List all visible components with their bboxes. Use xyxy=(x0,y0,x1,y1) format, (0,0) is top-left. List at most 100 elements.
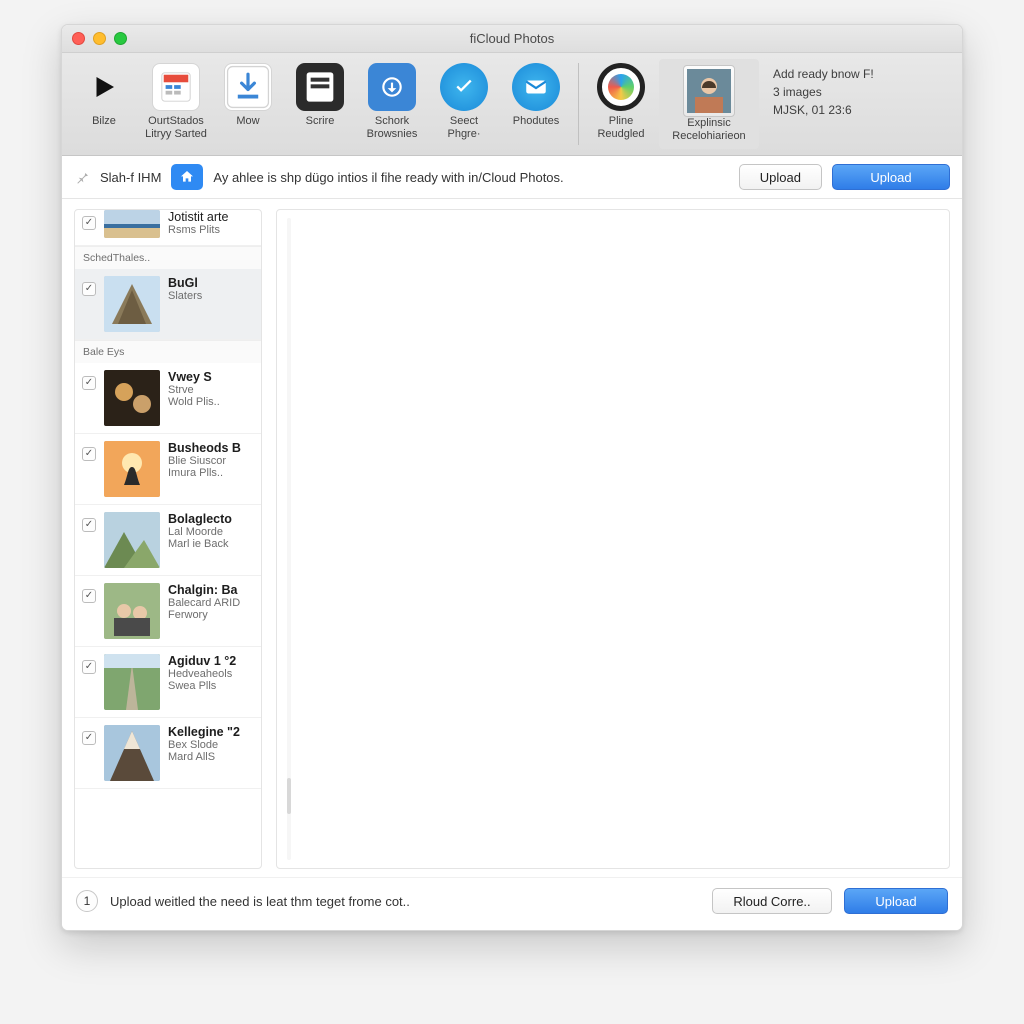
toolbar-separator xyxy=(578,63,579,145)
toolbar-label: Mow xyxy=(236,115,259,143)
list-item-sub1: Rsms Plits xyxy=(168,224,254,236)
infobar-message: Ay ahlee is shp dügo intios il fihe read… xyxy=(213,170,563,185)
toolbar-label: OurtStados Litryy Sarted xyxy=(144,115,208,143)
step-badge: 1 xyxy=(76,890,98,912)
infobar: Slah-f IHM Ay ahlee is shp dügo intios i… xyxy=(62,156,962,199)
list-item-title: Kellegine "2 xyxy=(168,725,254,739)
list-item-sub1: Bex Slode xyxy=(168,739,254,751)
toolbar-pline[interactable]: Pline Reudgled xyxy=(587,59,655,147)
toolbar-library[interactable]: OurtStados Litryy Sarted xyxy=(142,59,210,147)
toolbar-status: Add ready bnow F! 3 images MJSK, 01 23:6 xyxy=(763,59,954,119)
toolbar-select[interactable]: Seect Phgre· xyxy=(430,59,498,147)
toolbar-label: Phodutes xyxy=(513,115,559,143)
home-icon xyxy=(179,169,195,185)
thumbnail xyxy=(104,276,160,332)
list-item-sub2: Wold Plis.. xyxy=(168,396,254,408)
checkbox[interactable] xyxy=(82,731,96,745)
list-item-meta: Agiduv 1 °2HedveaheolsSwea Plls xyxy=(168,654,254,692)
list-item-title: BuGl xyxy=(168,276,254,290)
status-line-3: MJSK, 01 23:6 xyxy=(773,101,948,119)
list-item-meta: Vwey SStrveWold Plis.. xyxy=(168,370,254,408)
list-item-title: Busheods B xyxy=(168,441,254,455)
check-circle-icon xyxy=(440,63,488,111)
checkbox[interactable] xyxy=(82,518,96,532)
content-area: Jotistit arteRsms Plits SchedThales.. BuGl… xyxy=(62,199,962,877)
status-line-1: Add ready bnow F! xyxy=(773,65,948,83)
list-item[interactable]: BuGlSlaters xyxy=(75,269,261,340)
list-item-sub1: Slaters xyxy=(168,290,254,302)
dark-app-icon xyxy=(296,63,344,111)
download-frame-icon xyxy=(224,63,272,111)
footer-primary-button[interactable]: Upload xyxy=(844,888,948,914)
footer: 1 Upload weitled the need is leat thm te… xyxy=(62,877,962,930)
list-item-sub2: Imura Plls.. xyxy=(168,467,254,479)
list-item[interactable]: BolaglectoLal MoordeMarl ie Back xyxy=(75,505,261,576)
thumbnail xyxy=(104,370,160,426)
sidebar[interactable]: Jotistit arteRsms Plits SchedThales.. BuGl… xyxy=(74,209,262,869)
list-item-sub1: Blie Siuscor xyxy=(168,455,254,467)
main-scrollbar[interactable] xyxy=(287,218,291,860)
toolbar-play[interactable]: Bilze xyxy=(70,59,138,147)
toolbar-phodutes[interactable]: Phodutes xyxy=(502,59,570,147)
toolbar-label: Explinsic Recelohiarieon xyxy=(661,117,757,145)
list-item-meta: BolaglectoLal MoordeMarl ie Back xyxy=(168,512,254,550)
list-item-title: Vwey S xyxy=(168,370,254,384)
list-item[interactable]: Kellegine "2Bex SlodeMard AllS xyxy=(75,718,261,789)
checkbox[interactable] xyxy=(82,376,96,390)
app-window: fiCloud Photos Bilze OurtStados Litryy S… xyxy=(61,24,963,931)
checkbox[interactable] xyxy=(82,216,96,230)
thumbnail xyxy=(104,210,160,238)
list-item-meta: Chalgin: BaBalecard ARIDFerwory xyxy=(168,583,254,621)
list-item[interactable]: Jotistit arteRsms Plits xyxy=(75,210,261,246)
toolbar-label: Seect Phgre· xyxy=(432,115,496,143)
play-icon xyxy=(80,63,128,111)
sidebar-section-header: Bale Eys xyxy=(75,340,261,363)
list-item[interactable]: Agiduv 1 °2HedveaheolsSwea Plls xyxy=(75,647,261,718)
infobar-upload-secondary-button[interactable]: Upload xyxy=(739,164,822,190)
scrollbar-thumb[interactable] xyxy=(287,778,291,814)
toolbar-scrire[interactable]: Scrire xyxy=(286,59,354,147)
toolbar-mow[interactable]: Mow xyxy=(214,59,282,147)
zoom-window-button[interactable] xyxy=(114,32,127,45)
infobar-label: Slah-f IHM xyxy=(100,170,161,185)
list-item-meta: Kellegine "2Bex SlodeMard AllS xyxy=(168,725,254,763)
list-item[interactable]: Vwey SStrveWold Plis.. xyxy=(75,363,261,434)
close-window-button[interactable] xyxy=(72,32,85,45)
list-item-title: Bolaglecto xyxy=(168,512,254,526)
thumbnail xyxy=(104,654,160,710)
minimize-window-button[interactable] xyxy=(93,32,106,45)
home-button[interactable] xyxy=(171,164,203,190)
mail-circle-icon xyxy=(512,63,560,111)
infobar-upload-primary-button[interactable]: Upload xyxy=(832,164,950,190)
list-item[interactable]: Chalgin: BaBalecard ARIDFerwory xyxy=(75,576,261,647)
list-item-title: Jotistit arte xyxy=(168,210,254,224)
list-item-sub1: Hedveaheols xyxy=(168,668,254,680)
checkbox[interactable] xyxy=(82,282,96,296)
window-traffic-lights xyxy=(72,32,127,45)
status-line-2: 3 images xyxy=(773,83,948,101)
checkbox[interactable] xyxy=(82,589,96,603)
color-ring-icon xyxy=(597,63,645,111)
list-item-sub1: Lal Moorde xyxy=(168,526,254,538)
footer-secondary-button[interactable]: Rloud Corre.. xyxy=(712,888,832,914)
list-item-title: Chalgin: Ba xyxy=(168,583,254,597)
list-item-sub2: Mard AllS xyxy=(168,751,254,763)
list-item-title: Agiduv 1 °2 xyxy=(168,654,254,668)
list-item-sub2: Marl ie Back xyxy=(168,538,254,550)
list-item[interactable]: Busheods BBlie SiuscorImura Plls.. xyxy=(75,434,261,505)
list-item-meta: BuGlSlaters xyxy=(168,276,254,302)
toolbar-explain[interactable]: Explinsic Recelohiarieon xyxy=(659,59,759,149)
thumbnail xyxy=(104,725,160,781)
toolbar-label: Schork Browsnies xyxy=(360,115,424,143)
checkbox[interactable] xyxy=(82,660,96,674)
calendar-tile-icon xyxy=(152,63,200,111)
sidebar-section-header: SchedThales.. xyxy=(75,246,261,269)
list-item-meta: Jotistit arteRsms Plits xyxy=(168,210,254,236)
list-item-sub2: Swea Plls xyxy=(168,680,254,692)
toolbar-browse[interactable]: Schork Browsnies xyxy=(358,59,426,147)
thumbnail xyxy=(104,441,160,497)
checkbox[interactable] xyxy=(82,447,96,461)
toolbar: Bilze OurtStados Litryy Sarted Mow Scrir… xyxy=(62,53,962,156)
list-item-sub2: Ferwory xyxy=(168,609,254,621)
window-title: fiCloud Photos xyxy=(470,31,555,46)
